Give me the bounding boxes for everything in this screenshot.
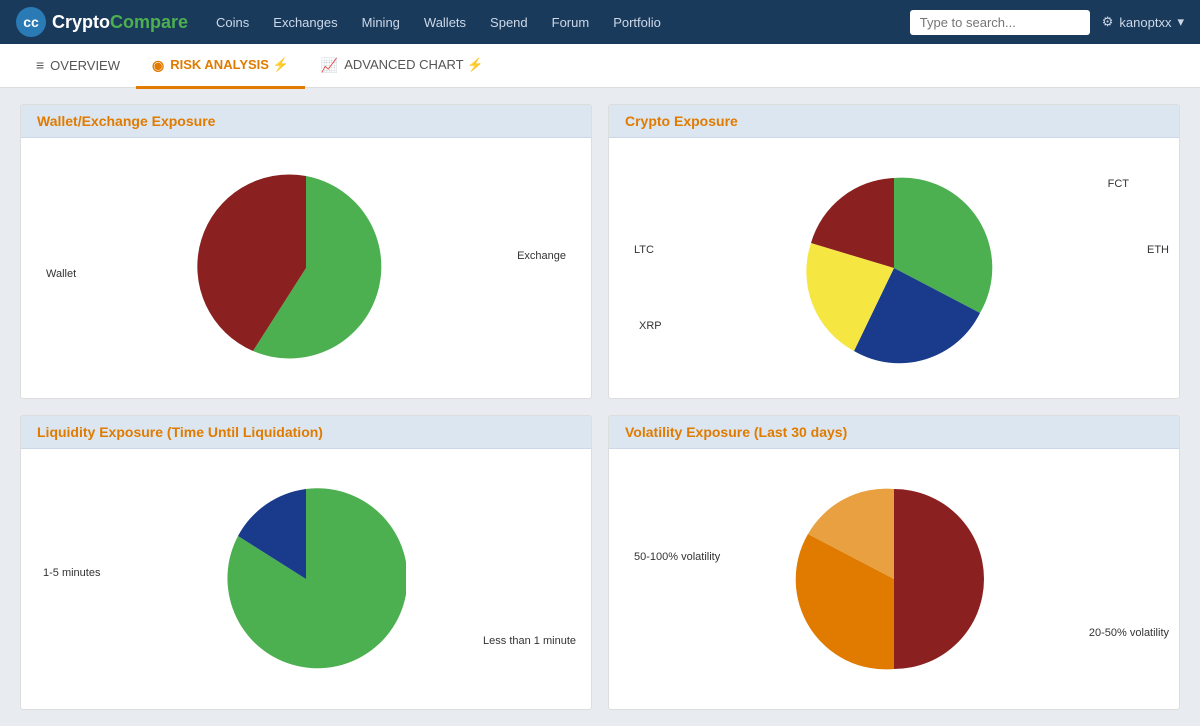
crypto-exposure-title: Crypto Exposure (609, 105, 1179, 138)
logo[interactable]: cc CryptoCompare (16, 7, 188, 37)
liquidity-pie-container: 1-5 minutes Less than 1 minute (41, 479, 571, 679)
exchange-label: Exchange (517, 250, 566, 262)
volatility-card: Volatility Exposure (Last 30 days) 50-10… (608, 415, 1180, 710)
crypto-exposure-card: Crypto Exposure ETH XRP LTC (608, 104, 1180, 399)
minutes-1-5-label: 1-5 minutes (43, 567, 100, 579)
chart-icon: 📈 (321, 57, 338, 74)
nav-mining[interactable]: Mining (350, 0, 412, 44)
nav-portfolio[interactable]: Portfolio (601, 0, 673, 44)
wallet-exchange-svg (196, 158, 416, 378)
tab-chart[interactable]: 📈 ADVANCED CHART ⚡ (305, 45, 499, 89)
tab-overview[interactable]: ≡ OVERVIEW (20, 45, 136, 89)
liquidity-title: Liquidity Exposure (Time Until Liquidati… (21, 416, 591, 449)
volatility-svg (794, 479, 994, 679)
less-than-1-label: Less than 1 minute (483, 635, 576, 647)
tab-chart-label: ADVANCED CHART ⚡ (344, 57, 483, 73)
ltc-label: LTC (634, 244, 654, 256)
chart-grid: Wallet/Exchange Exposure Wallet Exchange… (20, 104, 1180, 710)
wallet-exchange-body: Wallet Exchange (21, 138, 591, 398)
volatility-20-50-label: 20-50% volatility (1089, 627, 1169, 639)
nav-exchanges[interactable]: Exchanges (261, 0, 349, 44)
main-content: Wallet/Exchange Exposure Wallet Exchange… (0, 88, 1200, 726)
nav-coins[interactable]: Coins (204, 0, 261, 44)
user-icon: ⚙ (1102, 14, 1114, 30)
nav-links: Coins Exchanges Mining Wallets Spend For… (204, 0, 910, 44)
crypto-exposure-body: ETH XRP LTC FCT (609, 138, 1179, 398)
crypto-exposure-pie-container: ETH XRP LTC FCT (629, 168, 1159, 368)
wallet-label: Wallet (46, 268, 76, 280)
nav-wallets[interactable]: Wallets (412, 0, 478, 44)
wallet-exchange-title: Wallet/Exchange Exposure (21, 105, 591, 138)
logo-icon: cc (16, 7, 46, 37)
overview-icon: ≡ (36, 57, 44, 73)
liquidity-svg (206, 479, 406, 679)
tab-risk[interactable]: ◉ RISK ANALYSIS ⚡ (136, 45, 305, 89)
volatility-pie-container: 50-100% volatility 20-50% volatility (629, 479, 1159, 679)
user-menu[interactable]: ⚙ kanoptxx ▾ (1102, 14, 1184, 30)
liquidity-body: 1-5 minutes Less than 1 minute (21, 449, 591, 709)
wallet-exchange-card: Wallet/Exchange Exposure Wallet Exchange (20, 104, 592, 399)
logo-text-compare: Compare (110, 12, 188, 32)
navbar: cc CryptoCompare Coins Exchanges Mining … (0, 0, 1200, 44)
eth-label: ETH (1147, 244, 1169, 256)
fct-label: FCT (1108, 178, 1129, 190)
volatility-title: Volatility Exposure (Last 30 days) (609, 416, 1179, 449)
risk-icon: ◉ (152, 57, 164, 74)
username: kanoptxx (1119, 15, 1171, 30)
logo-text: CryptoCompare (52, 12, 188, 33)
volatility-50-100-label: 50-100% volatility (634, 551, 720, 563)
search-input[interactable] (910, 10, 1090, 35)
nav-spend[interactable]: Spend (478, 0, 540, 44)
nav-forum[interactable]: Forum (540, 0, 602, 44)
crypto-exposure-svg (794, 168, 994, 368)
volatility-body: 50-100% volatility 20-50% volatility (609, 449, 1179, 709)
user-dropdown-icon: ▾ (1177, 14, 1184, 30)
wallet-exchange-pie-container: Wallet Exchange (41, 158, 571, 378)
liquidity-card: Liquidity Exposure (Time Until Liquidati… (20, 415, 592, 710)
logo-text-crypto: Crypto (52, 12, 110, 32)
xrp-label: XRP (639, 320, 662, 332)
tab-risk-label: RISK ANALYSIS ⚡ (170, 57, 289, 73)
tab-overview-label: OVERVIEW (50, 58, 120, 73)
tabs-bar: ≡ OVERVIEW ◉ RISK ANALYSIS ⚡ 📈 ADVANCED … (0, 44, 1200, 88)
